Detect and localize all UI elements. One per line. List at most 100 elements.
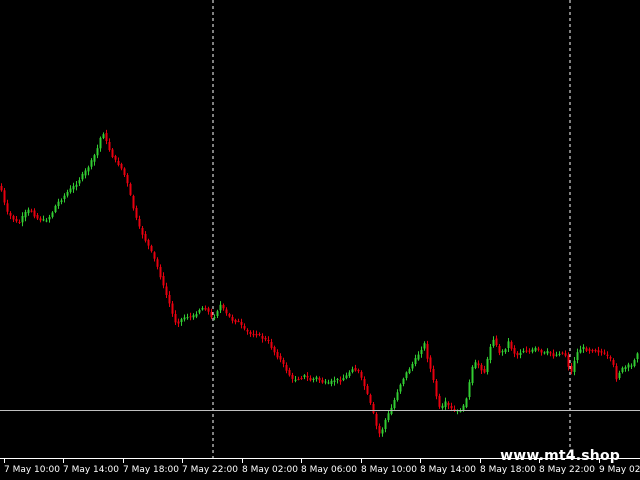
candle-body <box>36 215 39 219</box>
candle-body <box>27 209 30 214</box>
candle-body <box>609 357 612 359</box>
x-tick-label: 7 May 18:00 <box>123 465 179 475</box>
x-tick-label: 8 May 10:00 <box>361 465 417 475</box>
candle-body <box>513 348 516 354</box>
candle-body <box>447 403 450 406</box>
candle-body <box>282 360 285 364</box>
candle-body <box>483 369 486 373</box>
candle-body <box>588 349 591 351</box>
candle-body <box>615 366 618 380</box>
candle-body <box>558 353 561 355</box>
candle-body <box>63 195 66 199</box>
candle-body <box>636 353 639 359</box>
candle-body <box>84 170 87 176</box>
candle-body <box>171 303 174 314</box>
candle-body <box>45 220 48 222</box>
candle-body <box>117 161 120 165</box>
candle-body <box>243 326 246 329</box>
candle-body <box>426 344 429 359</box>
candle-body <box>468 382 471 397</box>
candle-body <box>339 380 342 382</box>
candle-body <box>510 342 513 349</box>
candle-body <box>555 354 558 356</box>
candle-body <box>429 357 432 369</box>
candle-body <box>411 364 414 369</box>
candle-body <box>525 350 528 352</box>
candle-body <box>471 366 474 383</box>
candle-body <box>417 354 420 360</box>
candle-body <box>312 378 315 380</box>
candle-body <box>111 149 114 157</box>
candle-body <box>15 219 18 222</box>
candle-body <box>405 372 408 378</box>
candle-body <box>474 362 477 368</box>
candle-body <box>486 358 489 372</box>
candle-body <box>135 208 138 218</box>
candle-body <box>612 360 615 365</box>
candle-body <box>99 137 102 149</box>
candle-body <box>297 379 300 380</box>
candle-body <box>399 384 402 392</box>
candle-body <box>618 372 621 378</box>
candles-group <box>0 129 639 438</box>
candle-body <box>372 404 375 413</box>
candle-body <box>9 213 12 216</box>
candle-body <box>477 363 480 366</box>
candle-body <box>567 355 570 367</box>
candle-body <box>378 426 381 434</box>
candle-body <box>126 175 129 184</box>
candle-body <box>318 378 321 381</box>
candle-body <box>534 347 537 351</box>
candle-body <box>357 370 360 372</box>
candle-body <box>66 192 69 196</box>
candle-body <box>162 276 165 286</box>
candle-body <box>321 380 324 383</box>
candle-body <box>369 395 372 403</box>
candle-body <box>234 320 237 323</box>
candle-body <box>225 309 228 314</box>
candle-body <box>465 398 468 407</box>
candle-body <box>294 379 297 381</box>
candle-body <box>600 351 603 353</box>
candle-body <box>303 375 306 377</box>
candle-body <box>549 352 552 354</box>
candle-body <box>501 351 504 353</box>
candle-body <box>276 352 279 358</box>
candle-body <box>105 133 108 141</box>
candle-body <box>459 411 462 413</box>
candle-body <box>564 353 567 356</box>
candle-body <box>540 350 543 353</box>
candle-body <box>492 339 495 346</box>
candle-body <box>366 386 369 394</box>
candle-body <box>120 164 123 169</box>
candle-body <box>381 429 384 434</box>
candle-body <box>183 317 186 320</box>
candle-body <box>258 334 261 335</box>
candle-body <box>264 338 267 340</box>
x-tick-label: 7 May 10:00 <box>4 465 60 475</box>
x-tick-label: 8 May 18:00 <box>480 465 536 475</box>
candle-body <box>603 352 606 354</box>
candle-body <box>78 180 81 184</box>
candle-body <box>81 173 84 180</box>
candle-body <box>480 365 483 371</box>
candle-body <box>582 347 585 349</box>
candle-body <box>273 347 276 353</box>
candle-body <box>528 350 531 352</box>
candle-body <box>531 349 534 352</box>
candle-body <box>216 311 219 316</box>
candle-body <box>594 350 597 352</box>
candle-body <box>93 155 96 162</box>
candle-body <box>168 295 171 304</box>
candle-body <box>606 354 609 356</box>
candle-body <box>354 368 357 371</box>
candle-body <box>144 234 147 241</box>
candle-body <box>108 142 111 150</box>
candle-body <box>159 267 162 278</box>
candle-body <box>393 400 396 408</box>
x-tick-label: 7 May 22:00 <box>182 465 238 475</box>
candle-body <box>219 304 222 311</box>
candle-body <box>72 186 75 190</box>
candle-body <box>315 377 318 379</box>
candle-body <box>585 348 588 351</box>
